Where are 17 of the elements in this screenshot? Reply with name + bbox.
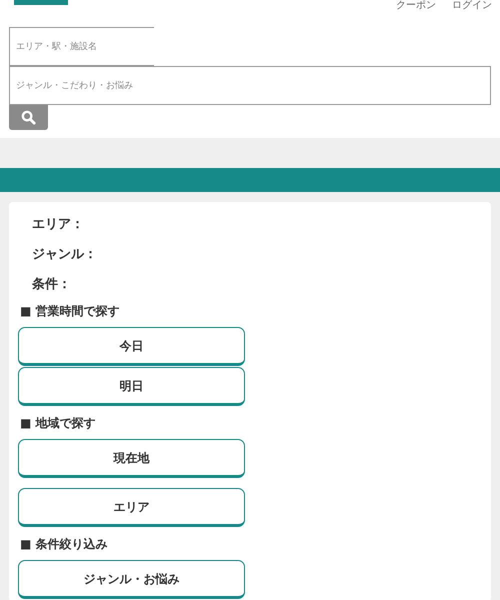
search-icon — [21, 110, 36, 125]
section-heading: ■ 地域で探す — [19, 415, 97, 431]
search-button[interactable] — [9, 105, 48, 130]
area-search-field[interactable]: エリア・駅・施設名 — [9, 27, 154, 66]
option-button[interactable]: 現在地 — [18, 439, 245, 478]
option-button[interactable]: ジャンル・お悩み — [18, 560, 245, 599]
condition-label: エリア： — [32, 216, 85, 234]
header-link[interactable]: ログイン — [452, 0, 492, 14]
section-heading: ■ 営業時間で探す — [19, 303, 121, 319]
option-button[interactable]: 今日 — [18, 327, 245, 366]
condition-label: 条件： — [32, 276, 72, 294]
genre-search-field[interactable]: ジャンル・こだわり・お悩み — [9, 66, 491, 105]
option-button[interactable]: 明日 — [18, 367, 245, 406]
option-button[interactable]: エリア — [18, 488, 245, 527]
condition-label: ジャンル： — [32, 246, 98, 264]
header-link[interactable]: クーポン — [396, 0, 436, 14]
section-heading: ■ 条件絞り込み — [19, 536, 109, 552]
